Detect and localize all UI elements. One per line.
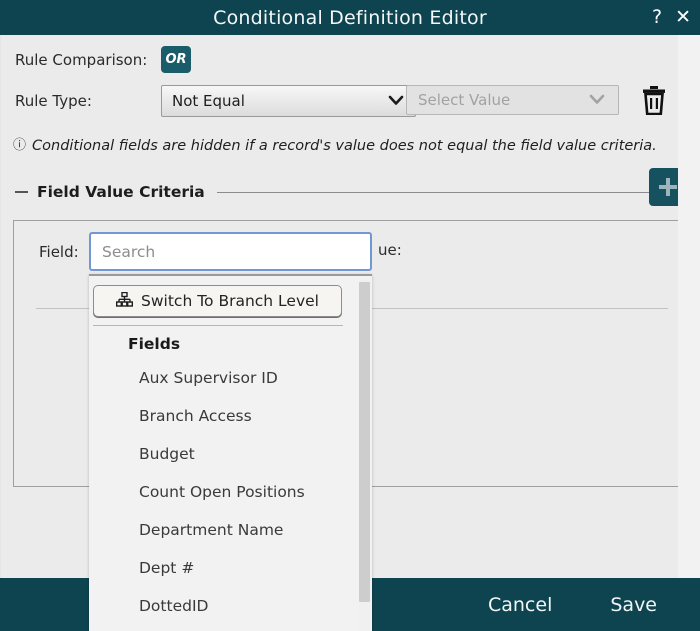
help-icon[interactable]: ?	[652, 8, 662, 27]
field-search-input[interactable]: Search	[89, 232, 372, 271]
info-icon: ⓘ	[13, 138, 27, 153]
list-item-label: Department Name	[139, 521, 284, 539]
conditional-definition-editor-dialog: Conditional Definition Editor ? ✕ Rule C…	[0, 0, 700, 631]
field-search-placeholder: Search	[102, 242, 156, 261]
dropdown-group-title: Fields	[128, 335, 181, 353]
list-item[interactable]: Branch Access	[89, 397, 354, 435]
dropdown-scrollbar-thumb[interactable]	[359, 282, 370, 602]
rule-type-select[interactable]: Not Equal	[161, 85, 416, 117]
field-dropdown-panel: Switch To Branch Level Fields Aux Superv…	[89, 274, 372, 631]
chevron-down-icon	[589, 91, 605, 109]
switch-to-branch-level-button[interactable]: Switch To Branch Level	[93, 285, 342, 317]
sitemap-icon	[116, 291, 134, 311]
chevron-down-icon	[388, 92, 404, 110]
list-item[interactable]: Department Name	[89, 511, 354, 549]
field-value-criteria-section-header: Field Value Criteria	[15, 168, 687, 206]
section-title: Field Value Criteria	[37, 183, 205, 201]
cancel-button[interactable]: Cancel	[482, 593, 558, 617]
field-label: Field:	[39, 243, 79, 261]
rule-comparison-toggle[interactable]: OR	[161, 46, 191, 73]
rule-type-row: Rule Type: Not Equal	[15, 85, 416, 117]
dropdown-divider	[93, 325, 343, 326]
minus-icon[interactable]	[15, 191, 28, 193]
list-item[interactable]: Aux Supervisor ID	[89, 359, 354, 397]
list-item-label: DottedID	[139, 597, 209, 615]
hint-message: ⓘ Conditional fields are hidden if a rec…	[13, 138, 657, 154]
list-item-label: Count Open Positions	[139, 483, 305, 501]
plus-icon	[659, 178, 677, 196]
switch-to-branch-level-label: Switch To Branch Level	[141, 292, 319, 310]
list-item[interactable]: Budget	[89, 435, 354, 473]
page-title: Conditional Definition Editor	[213, 6, 487, 29]
delete-criteria-button[interactable]	[641, 85, 667, 117]
list-item[interactable]: DottedID	[89, 587, 354, 625]
rule-comparison-label: Rule Comparison:	[15, 50, 148, 69]
list-item[interactable]: Dept #	[89, 549, 354, 587]
rule-type-value: Not Equal	[172, 92, 245, 110]
section-divider	[216, 191, 687, 193]
value-select[interactable]: Select Value	[406, 85, 619, 115]
window-buttons: ? ✕	[652, 0, 691, 35]
dialog-right-gutter	[678, 35, 700, 578]
value-label: ue:	[378, 241, 402, 259]
save-button[interactable]: Save	[604, 593, 663, 617]
rule-comparison-row: Rule Comparison: OR	[15, 46, 191, 73]
dialog-titlebar: Conditional Definition Editor ? ✕	[0, 0, 700, 35]
list-item-label: Branch Access	[139, 407, 252, 425]
close-icon[interactable]: ✕	[675, 8, 691, 27]
value-select-placeholder: Select Value	[418, 91, 511, 109]
list-item-label: Aux Supervisor ID	[139, 369, 278, 387]
list-item-label: Budget	[139, 445, 195, 463]
list-item[interactable]: Count Open Positions	[89, 473, 354, 511]
dropdown-item-list: Aux Supervisor ID Branch Access Budget C…	[89, 359, 354, 625]
hint-text: Conditional fields are hidden if a recor…	[32, 138, 657, 154]
rule-type-label: Rule Type:	[15, 92, 92, 110]
list-item-label: Dept #	[139, 559, 195, 577]
